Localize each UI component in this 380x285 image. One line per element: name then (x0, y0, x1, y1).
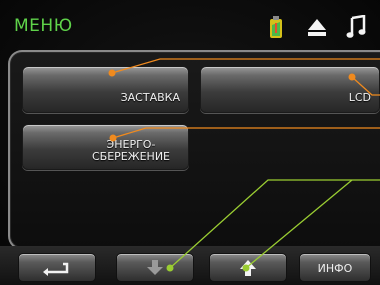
back-button[interactable] (18, 253, 96, 282)
lcd-label: LCD (348, 91, 371, 104)
info-button[interactable]: ИНФО (299, 253, 371, 282)
status-icons (268, 10, 380, 46)
device-screen: МЕНЮ ЗАСТАВКА LCD ЭНЕРГО- СБЕРЕЖЕНИЕ ИНФ… (0, 0, 380, 285)
music-note-icon (346, 15, 366, 38)
eject-icon (308, 19, 326, 36)
screensaver-button[interactable]: ЗАСТАВКА (22, 66, 189, 113)
up-arrow-icon (240, 259, 256, 276)
back-arrow-icon (43, 262, 69, 276)
battery-icon (270, 16, 282, 38)
screensaver-label: ЗАСТАВКА (120, 91, 180, 104)
down-button[interactable] (116, 253, 194, 282)
energy-saving-button[interactable]: ЭНЕРГО- СБЕРЕЖЕНИЕ (22, 124, 189, 170)
down-arrow-icon (147, 259, 163, 275)
info-label: ИНФО (317, 262, 353, 275)
up-button[interactable] (209, 253, 287, 282)
energy-saving-label: ЭНЕРГО- СБЕРЕЖЕНИЕ (92, 139, 170, 163)
energy-label-line2: СБЕРЕЖЕНИЕ (91, 150, 170, 163)
page-title: МЕНЮ (14, 16, 73, 36)
lcd-button[interactable]: LCD (200, 66, 380, 113)
